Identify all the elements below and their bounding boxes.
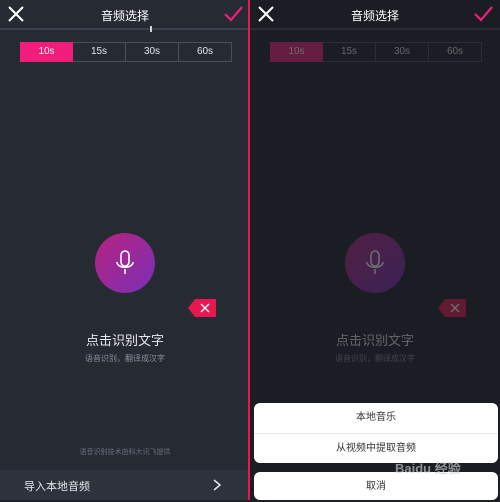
local-music-option[interactable]: 本地音乐 [254,403,498,433]
audio-progress-track [250,28,500,30]
tab-60s[interactable]: 60s [179,42,232,62]
duration-tabs: 10s 15s 30s 60s [270,42,482,62]
microphone-icon [116,250,134,274]
header-bar: 音频选择 [250,0,500,30]
tab-60s: 60s [429,42,482,62]
tab-10s[interactable]: 10s [20,42,73,62]
action-sheet: 本地音乐 从视频中提取音频 [254,403,498,463]
recognize-subtitle: 语音识别，翻译成汉字 [335,354,415,363]
header-bar: 音频选择 [0,0,250,30]
screen-divider [248,0,250,500]
mic-record-button [345,233,405,293]
tab-10s: 10s [270,42,323,62]
duration-tabs: 10s 15s 30s 60s [20,42,232,62]
mic-record-button[interactable] [95,233,155,293]
provider-footnote: 语音识别技术由科大讯飞提供 [79,449,171,456]
tab-30s: 30s [376,42,429,62]
page-title: 音频选择 [350,9,399,23]
import-local-audio-button[interactable]: 导入本地音频 [0,470,250,500]
extract-from-video-option[interactable]: 从视频中提取音频 [254,433,498,464]
recognize-text-label: 点击识别文字 [335,333,414,348]
tab-15s: 15s [323,42,376,62]
page-title: 音频选择 [100,9,149,23]
cancel-button[interactable]: 取消 [254,472,498,500]
tab-30s[interactable]: 30s [126,42,179,62]
microphone-icon [366,250,384,274]
watermark: Baidu 经验 [395,461,461,476]
audio-progress-track[interactable] [0,26,250,32]
left-screen: 音频选择 10s 15s 30s 60s 点击识别文字 语音识别，翻译成汉字 语… [0,0,250,500]
confirm-check-icon[interactable] [472,4,494,24]
confirm-check-icon[interactable] [222,4,244,24]
tab-15s[interactable]: 15s [73,42,126,62]
delete-icon[interactable] [188,299,216,317]
recognize-text-label[interactable]: 点击识别文字 [0,330,250,349]
delete-icon [438,299,466,317]
recognize-subtitle: 语音识别，翻译成汉字 [85,354,165,363]
progress-knob[interactable] [150,26,152,32]
import-label: 导入本地音频 [24,481,90,493]
chevron-right-icon [213,479,222,491]
